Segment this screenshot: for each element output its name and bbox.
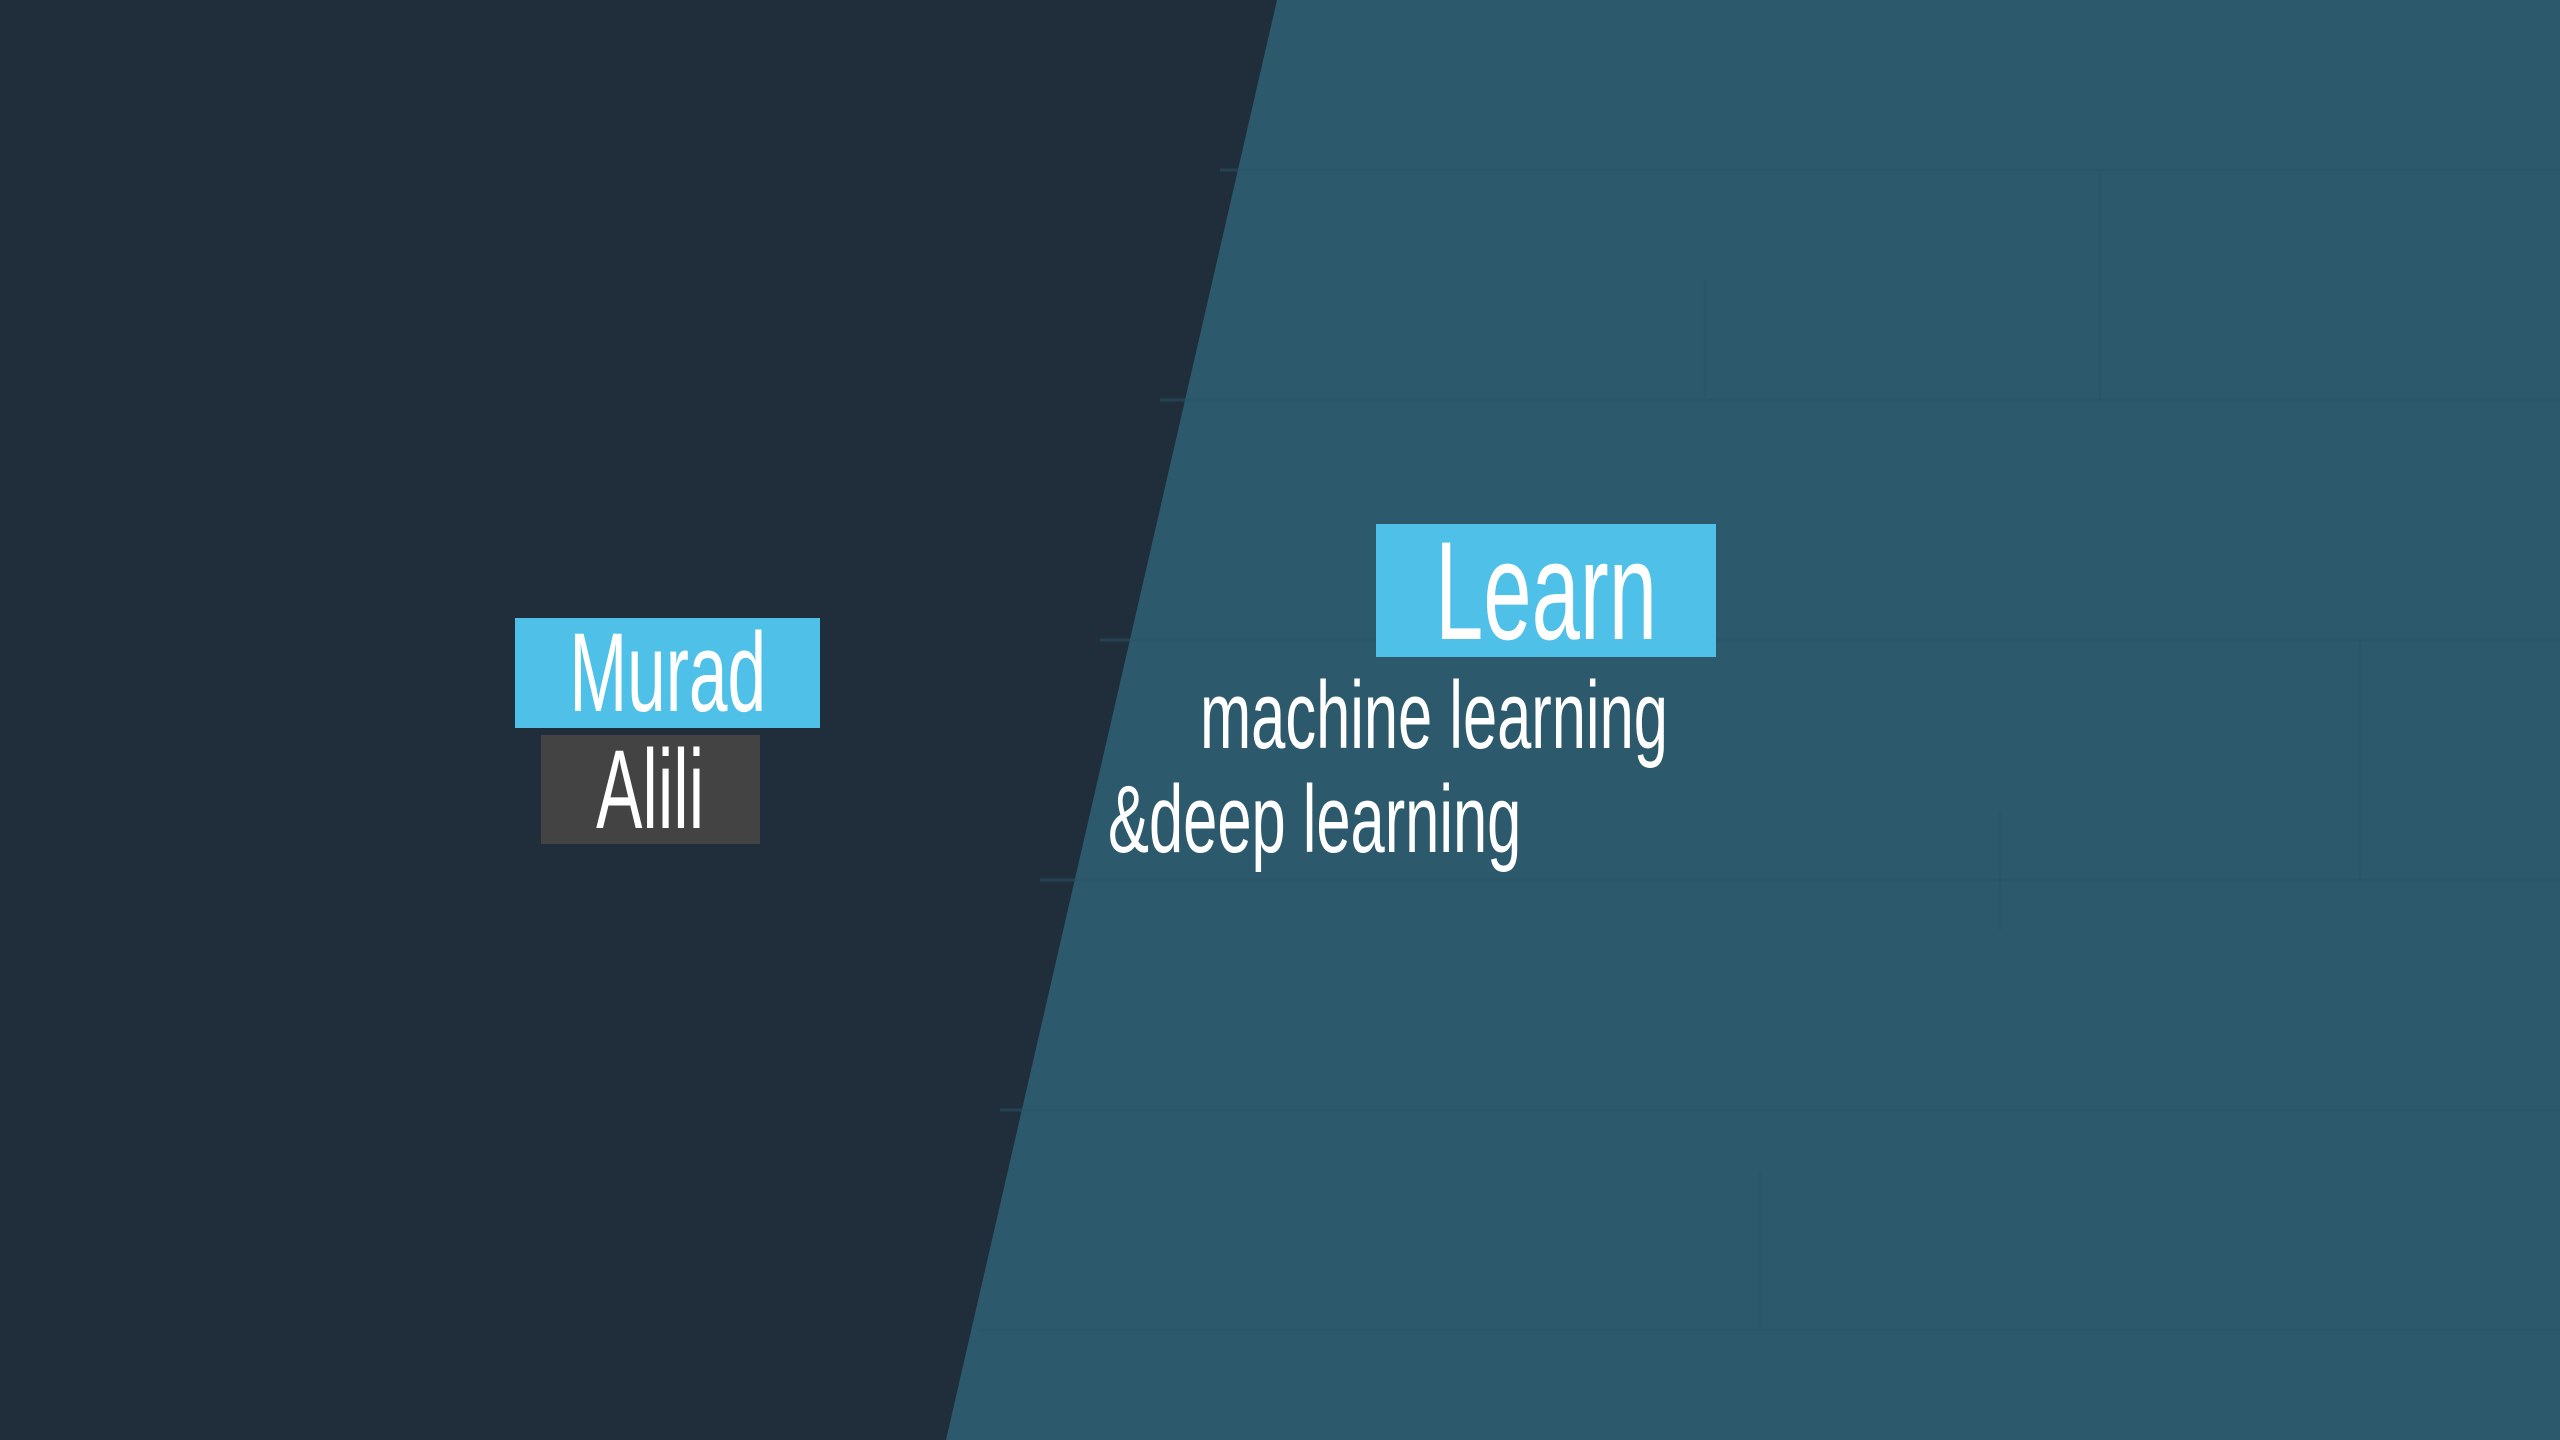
headline-line-2: &deep learning [1108, 766, 1522, 873]
first-name: Murad [569, 618, 766, 728]
title-card: Murad Alili Learn machine learning &deep… [0, 0, 2560, 1440]
first-name-tag: Murad [515, 618, 820, 728]
learn-tag: Learn [1376, 524, 1716, 657]
last-name: Alili [596, 735, 705, 844]
last-name-tag: Alili [541, 735, 760, 844]
headline-line-1: machine learning [1200, 662, 1668, 769]
learn-word: Learn [1435, 524, 1658, 657]
